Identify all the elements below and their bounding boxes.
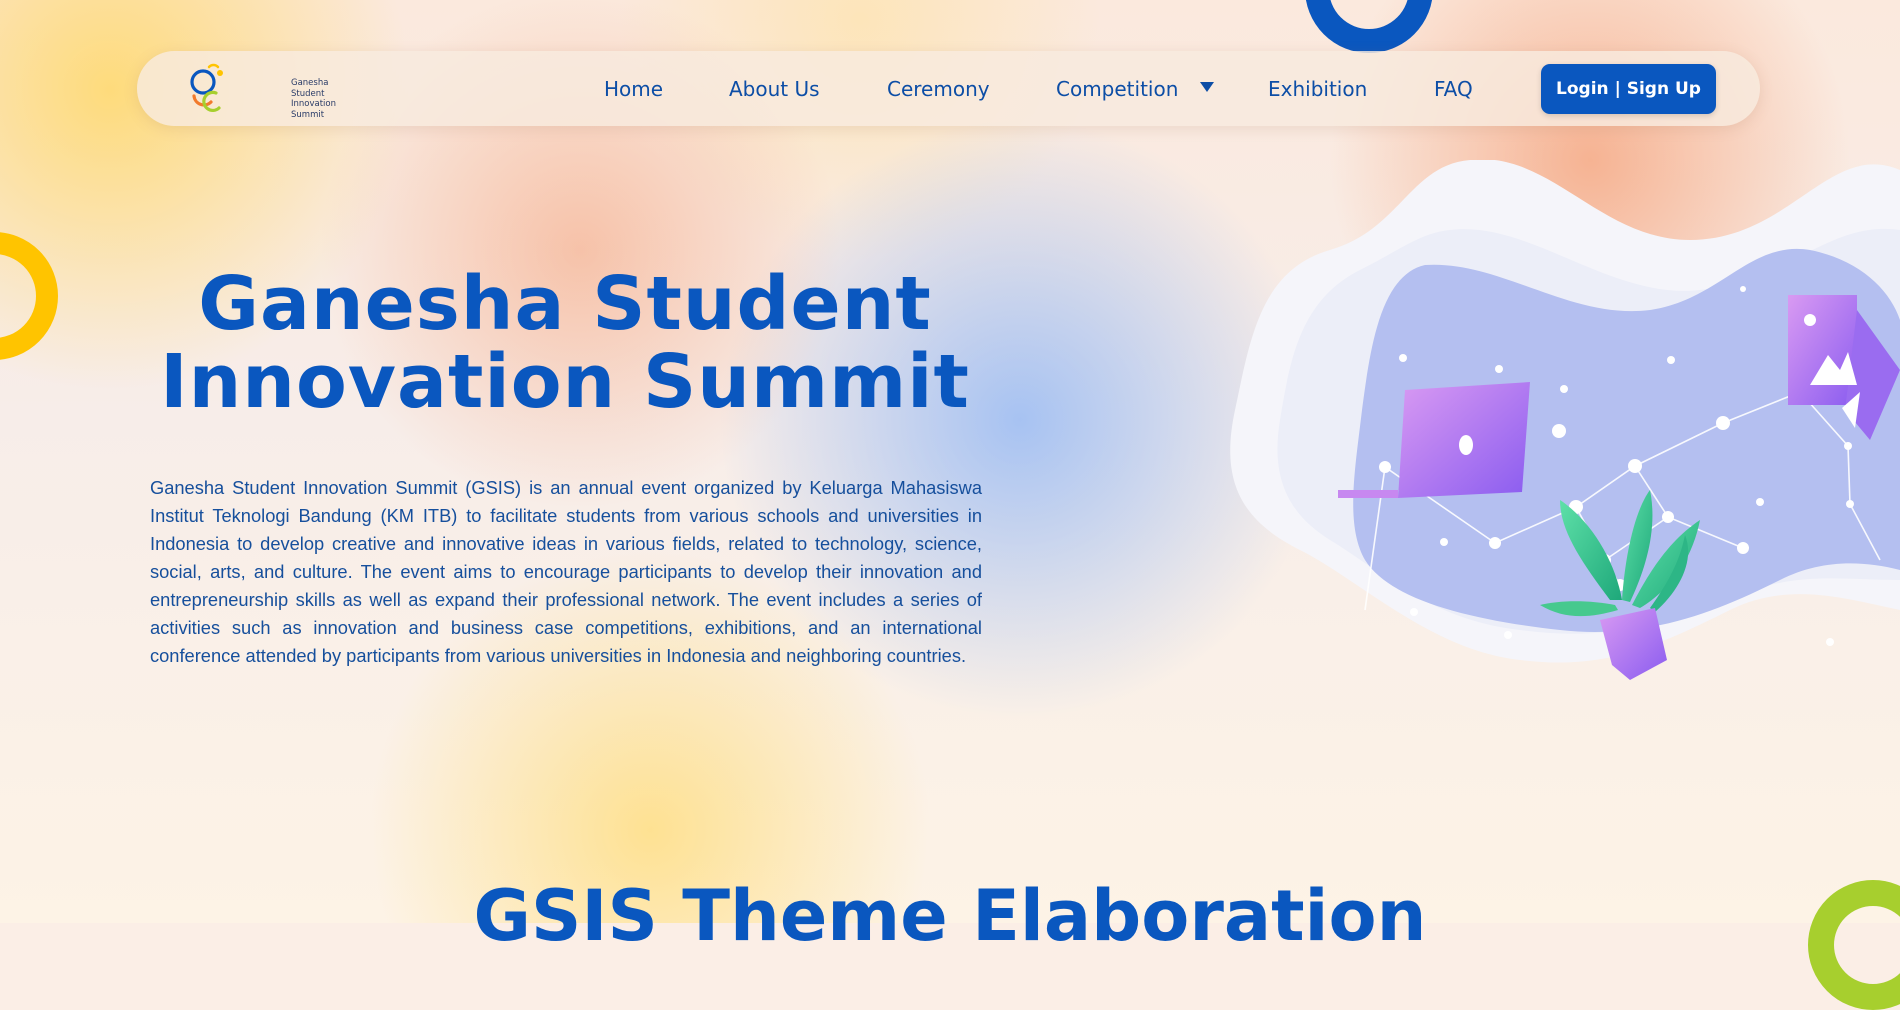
nav-link-about-us[interactable]: About Us [729,77,820,101]
nav-link-competition[interactable]: Competition [1056,77,1178,101]
logo-text-line: Student [291,88,325,99]
top-navbar: Ganesha Student Innovation Summit Home A… [137,51,1760,126]
hero-title-line: Innovation Summit [160,339,970,425]
nav-link-ceremony[interactable]: Ceremony [887,77,990,101]
nav-link-home[interactable]: Home [604,77,663,101]
logo-text-line: Innovation [291,99,337,109]
logo-text-line: Summit [291,109,325,120]
hero-title: Ganesha Student Innovation Summit [150,265,980,421]
nav-link-exhibition[interactable]: Exhibition [1268,77,1367,101]
section-title-theme-elaboration: GSIS Theme Elaboration [473,875,1427,957]
gsis-logo[interactable]: Ganesha Student Innovation Summit [189,62,336,120]
logo-wordmark: Ganesha Student Innovation Summit [291,78,336,120]
nav-link-faq[interactable]: FAQ [1434,77,1473,101]
gsis-logo-mark [190,63,223,113]
hero-description: Ganesha Student Innovation Summit (GSIS)… [150,477,982,666]
chevron-down-icon[interactable] [1200,82,1214,92]
login-signup-button[interactable]: Login | Sign Up [1541,64,1716,114]
hero-title-line: Ganesha Student [198,261,932,347]
logo-text-line: Ganesha [291,78,329,88]
hero-illustration [1230,160,1900,680]
